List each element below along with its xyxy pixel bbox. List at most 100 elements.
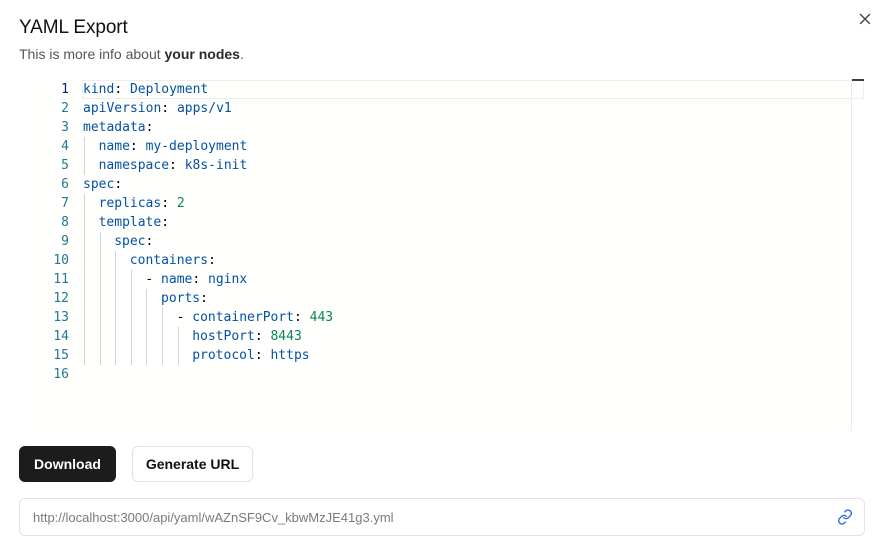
colon: : — [200, 291, 208, 306]
indent-guide — [99, 251, 101, 270]
colon: : — [129, 139, 138, 154]
colon: : — [161, 101, 170, 116]
line-number: 6 — [61, 177, 69, 192]
generate-url-button[interactable]: Generate URL — [132, 446, 253, 482]
yaml-export-dialog: YAML Export This is more info about your… — [0, 0, 885, 552]
subtitle-prefix: This is more info about — [19, 46, 165, 62]
indent-guide — [146, 327, 148, 346]
code-line: - name: nginx — [145, 270, 247, 289]
code-line: kind: Deployment — [83, 80, 208, 99]
download-button[interactable]: Download — [19, 446, 116, 482]
code-line: protocol: https — [192, 346, 309, 365]
close-button[interactable] — [856, 10, 874, 28]
code-line: - containerPort: 443 — [177, 308, 334, 327]
line-number: 8 — [61, 215, 69, 230]
indent-guide — [84, 327, 85, 346]
colon: : — [114, 177, 123, 192]
scrollbar-thumb[interactable] — [852, 79, 864, 81]
indent-guide — [99, 232, 101, 251]
indent-guide — [84, 289, 85, 308]
indent-guide — [130, 346, 132, 365]
indent-guide — [177, 346, 179, 365]
yaml-key: metadata — [83, 120, 146, 135]
colon: : — [294, 310, 302, 325]
indent-guide — [115, 289, 117, 308]
yaml-key: hostPort — [192, 329, 255, 344]
indent-guide — [177, 327, 179, 346]
yaml-key: ports — [161, 291, 201, 306]
line-number: 3 — [61, 120, 69, 135]
indent-guide — [84, 270, 85, 289]
line-number: 9 — [61, 234, 69, 249]
list-dash: - — [145, 272, 162, 287]
yaml-key: template — [98, 215, 162, 230]
code-line: name: my-deployment — [99, 137, 248, 156]
code-line: metadata: — [83, 118, 153, 137]
colon: : — [114, 82, 123, 97]
indent-guide — [99, 327, 101, 346]
yaml-key: kind — [83, 82, 115, 97]
generated-url-field[interactable]: http://localhost:3000/api/yaml/wAZnSF9Cv… — [19, 498, 865, 536]
colon: : — [161, 215, 170, 230]
yaml-value: k8s-init — [184, 158, 248, 173]
yaml-key: name — [161, 272, 193, 287]
indent-guide — [84, 308, 85, 327]
indent-guide — [115, 270, 117, 289]
close-icon — [859, 13, 871, 25]
indent-guide — [162, 327, 163, 346]
yaml-key: spec — [114, 234, 146, 249]
indent-guide — [115, 308, 117, 327]
line-number: 5 — [61, 158, 69, 173]
line-number: 11 — [53, 272, 69, 287]
colon: : — [254, 329, 263, 344]
yaml-value: 443 — [309, 310, 334, 325]
yaml-key: spec — [83, 177, 115, 192]
indent-guide — [84, 156, 85, 175]
yaml-key: containerPort — [192, 310, 294, 325]
yaml-value: https — [270, 348, 310, 363]
code-line: hostPort: 8443 — [192, 327, 302, 346]
yaml-key: apiVersion — [83, 101, 162, 116]
yaml-key: namespace — [98, 158, 170, 173]
indent-guide — [99, 308, 101, 327]
code-line: spec: — [114, 232, 153, 251]
indent-guide — [162, 346, 163, 365]
indent-guide — [84, 194, 85, 213]
yaml-value: 2 — [176, 196, 185, 211]
indent-guide — [162, 308, 163, 327]
line-number: 14 — [53, 329, 69, 344]
indent-guide — [130, 289, 132, 308]
indent-guide — [130, 270, 132, 289]
code-line: namespace: k8s-init — [99, 156, 248, 175]
dialog-subtitle: This is more info about your nodes. — [19, 46, 244, 62]
indent-guide — [84, 232, 85, 251]
code-line: containers: — [130, 251, 216, 270]
line-number: 4 — [61, 139, 69, 154]
indent-guide — [115, 327, 117, 346]
yaml-key: name — [98, 139, 130, 154]
colon: : — [208, 253, 216, 268]
indent-guide — [84, 251, 85, 270]
generated-url-text[interactable]: http://localhost:3000/api/yaml/wAZnSF9Cv… — [33, 510, 394, 525]
colon: : — [161, 196, 170, 211]
indent-guide — [99, 270, 101, 289]
indent-guide — [146, 289, 148, 308]
indent-guide — [146, 346, 148, 365]
scrollbar-track[interactable] — [851, 79, 852, 431]
colon: : — [192, 272, 201, 287]
indent-guide — [146, 308, 148, 327]
yaml-code-editor[interactable]: 1 2 3 4 5 6 7 8 9 10 11 12 13 14 15 16 kind: Deployment… — [19, 79, 864, 431]
indent-guide — [130, 308, 132, 327]
indent-guide — [130, 327, 132, 346]
indent-guide — [115, 346, 117, 365]
dialog-title: YAML Export — [19, 17, 128, 38]
yaml-value: my-deployment — [145, 139, 248, 154]
yaml-key: containers — [129, 253, 209, 268]
yaml-key: protocol — [192, 348, 255, 363]
link-icon[interactable] — [837, 509, 853, 525]
colon: : — [254, 348, 263, 363]
line-number: 12 — [53, 291, 69, 306]
yaml-value: Deployment — [129, 82, 209, 97]
indent-guide — [84, 213, 85, 232]
yaml-value: apps/v1 — [176, 101, 232, 116]
